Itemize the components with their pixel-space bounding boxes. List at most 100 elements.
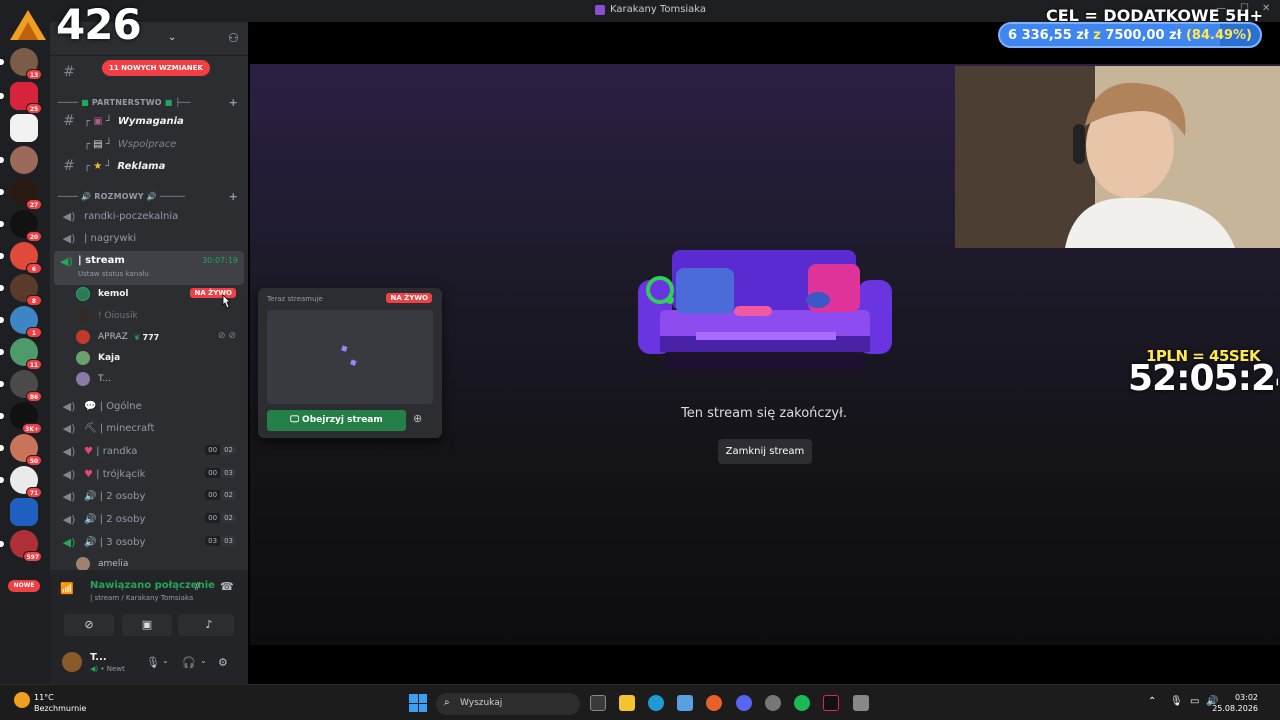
add-user-icon[interactable]: ⚇ xyxy=(228,31,239,45)
user-status: ◀) • Newt xyxy=(90,665,125,673)
disconnect-icon[interactable]: ☎ xyxy=(220,580,234,593)
server-icon[interactable]: 71 xyxy=(0,466,42,498)
noise-suppression-icon[interactable]: ⫽ xyxy=(195,580,200,594)
weather-temperature[interactable]: 11°C xyxy=(34,693,54,702)
close-window-button[interactable]: ✕ xyxy=(1262,3,1270,14)
chevron-down-icon[interactable]: ⌄ xyxy=(162,656,169,665)
app-icon[interactable] xyxy=(765,695,781,711)
voice-channel-row[interactable]: ◀) randki-poczekalnia xyxy=(54,206,244,226)
channel-emoji: ┌ ▤ ┘ xyxy=(84,138,112,150)
settings-icon[interactable] xyxy=(853,695,869,711)
discord-icon[interactable] xyxy=(736,695,752,711)
store-icon[interactable] xyxy=(677,695,693,711)
voice-user-row[interactable]: Kaja xyxy=(76,348,244,368)
tiktok-icon[interactable] xyxy=(823,695,839,711)
pop-out-icon[interactable]: ⊕ xyxy=(413,412,422,425)
clock-date[interactable]: 25.08.2026 xyxy=(1200,704,1258,713)
chevron-down-icon[interactable]: ⌄ xyxy=(200,656,207,665)
headphones-icon[interactable]: 🎧 xyxy=(182,656,196,669)
server-icon[interactable] xyxy=(0,146,38,174)
user-limit-counter: 00 02 xyxy=(205,445,236,455)
connection-channel[interactable]: | stream / Karakany Tomsiaka xyxy=(90,594,193,602)
server-icon[interactable]: 3K+ xyxy=(0,402,42,434)
voice-channel-row[interactable]: ◀) 🔊 | 2 osoby 00 02 xyxy=(54,486,244,506)
chevron-up-icon[interactable]: ⌃ xyxy=(1148,696,1156,707)
voice-channel-row[interactable]: ◀) 🔊 | 2 osoby 00 02 xyxy=(54,509,244,529)
network-icon[interactable]: ▭ xyxy=(1190,696,1199,707)
server-icon[interactable]: 20 xyxy=(0,210,42,242)
server-icon[interactable]: 25 xyxy=(0,82,42,114)
avatar xyxy=(76,330,90,344)
firefox-icon[interactable] xyxy=(706,695,722,711)
server-icon[interactable] xyxy=(10,498,38,526)
start-button[interactable] xyxy=(409,694,427,712)
voice-channel-row[interactable]: ◀) 🔊 | 3 osoby 03 03 xyxy=(54,532,244,552)
avatar[interactable] xyxy=(62,652,82,672)
stream-preview-popup: Teraz streamuje NA ŻYWO 🖵 Obejrzyj strea… xyxy=(258,288,442,438)
voice-user-row[interactable]: T... xyxy=(76,369,244,389)
new-mentions-pill[interactable]: 11 NOWYCH WZMIANEK xyxy=(102,60,210,76)
channel-status-text[interactable]: Ustaw status kanału xyxy=(78,270,149,278)
category-label: ROZMOWY xyxy=(94,192,144,201)
weather-description[interactable]: Bezchmurnie xyxy=(34,704,86,713)
file-explorer-icon[interactable] xyxy=(619,695,635,711)
avatar xyxy=(76,287,90,301)
server-icon[interactable]: 50 xyxy=(0,434,42,466)
mouse-cursor-icon xyxy=(222,294,231,309)
speaker-icon: ◀) xyxy=(62,209,76,223)
voice-channel-row[interactable]: ◀) ♥ | trójkącik 00 03 xyxy=(54,464,244,484)
server-icon[interactable]: 11 xyxy=(0,338,42,370)
voice-channel-row[interactable]: ◀) ♥ | randka 00 02 xyxy=(54,441,244,461)
server-icon[interactable]: 13 xyxy=(0,48,42,80)
voice-channel-row[interactable]: ◀) | nagrywki xyxy=(54,228,244,248)
server-icon[interactable] xyxy=(10,114,38,142)
channel-label: | stream xyxy=(78,255,125,266)
close-stream-button[interactable]: Zamknij stream xyxy=(718,439,812,464)
voice-channel-row[interactable]: ◀) 💬 | Ogólne xyxy=(54,396,244,416)
speaker-icon: ◀) xyxy=(62,444,76,458)
voice-user-row[interactable]: APRAZ ❦ 777 ⊘ ⊘ xyxy=(76,327,244,347)
category-rozmowy[interactable]: ──── 🔊 ROZMOWY 🔊 ───── + xyxy=(58,190,244,203)
watch-stream-button[interactable]: 🖵 Obejrzyj stream xyxy=(267,410,406,431)
channel-row[interactable]: # ┌ ★ ┘ Reklama xyxy=(54,156,244,176)
server-icon[interactable]: 86 xyxy=(0,370,42,402)
server-icon[interactable]: 597 xyxy=(0,530,42,562)
taskbar-search[interactable]: ⌕ Wyszukaj xyxy=(436,693,580,715)
weather-icon[interactable] xyxy=(14,692,30,708)
gear-icon[interactable]: ⚙ xyxy=(218,656,228,669)
voice-user-row[interactable]: ! Oiousik xyxy=(76,306,244,326)
soundboard-button[interactable]: ♪ xyxy=(184,614,234,636)
server-icon[interactable]: 1 xyxy=(0,306,42,338)
speaker-icon: ◀) xyxy=(62,399,76,413)
plus-icon[interactable]: + xyxy=(229,190,238,203)
stream-preview-thumbnail[interactable] xyxy=(267,310,433,404)
edge-icon[interactable] xyxy=(648,695,664,711)
voice-user-row[interactable]: kemol NA ŻYWO xyxy=(76,284,244,304)
microphone-icon[interactable]: 🎙 xyxy=(1170,696,1183,707)
user-panel: T... ◀) • Newt 🎙 ⌄ 🎧 ⌄ ⚙ xyxy=(50,642,248,684)
user-name[interactable]: T... xyxy=(90,652,107,663)
screen-share-button[interactable]: ▣ xyxy=(122,614,172,636)
unread-badge: 3K+ xyxy=(22,423,42,434)
clock-time[interactable]: 03:02 xyxy=(1218,693,1258,702)
category-partnerstwo[interactable]: ──── ■ PARTNERSTWO ■ ├── + xyxy=(58,96,244,109)
server-icon[interactable]: 27 xyxy=(0,178,42,210)
channel-row[interactable]: # ┌ ▣ ┘ Wymagania xyxy=(54,111,244,131)
window-title-text: Karakany Tomsiaka xyxy=(610,4,707,15)
voice-channel-row[interactable]: ◀) ⛏ | minecraft xyxy=(54,418,244,438)
plus-icon[interactable]: + xyxy=(229,96,238,109)
camera-off-button[interactable]: ⊘ xyxy=(64,614,114,636)
task-view-icon[interactable] xyxy=(590,695,606,711)
unread-badge: 13 xyxy=(26,69,42,80)
microphone-icon[interactable]: 🎙 xyxy=(146,656,160,669)
channel-row[interactable]: # ┌ ▤ ┘ Wspolprace xyxy=(54,134,244,154)
voice-channel-stream-active[interactable]: ◀) | stream 30:07:19 Ustaw status kanału xyxy=(54,251,244,285)
unread-badge: 25 xyxy=(26,103,42,114)
server-icon[interactable]: 8 xyxy=(0,274,42,306)
server-icon[interactable]: 6 xyxy=(0,242,42,274)
signal-icon[interactable]: 📶 xyxy=(60,582,74,595)
chevron-down-icon[interactable]: ⌄ xyxy=(168,32,176,43)
spotify-icon[interactable] xyxy=(794,695,810,711)
unread-badge: 6 xyxy=(26,263,42,274)
new-servers-pill[interactable]: NOWE xyxy=(8,580,40,592)
